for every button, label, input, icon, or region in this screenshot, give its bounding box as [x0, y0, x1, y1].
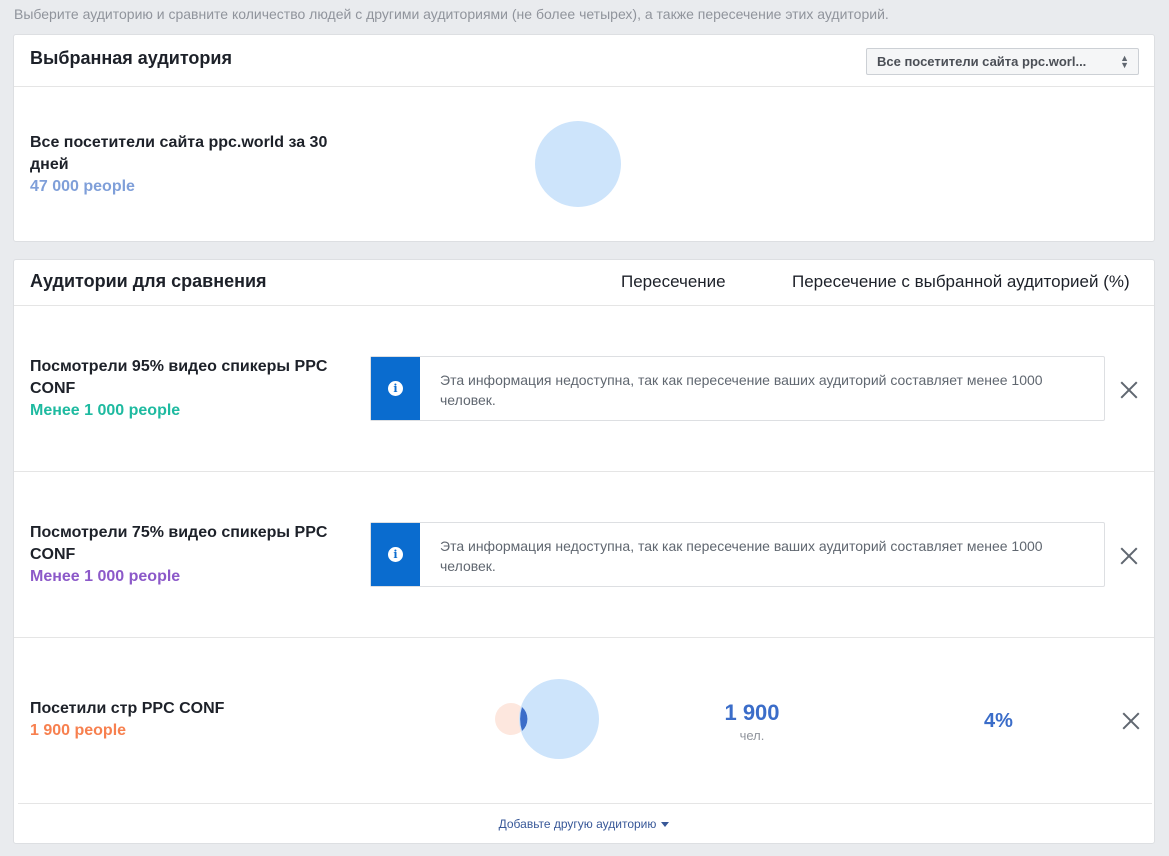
row-audience-info: Посмотрели 75% видео спикеры PPC CONF Ме… — [30, 522, 370, 588]
comparison-header: Аудитории для сравнения Пересечение Пере… — [14, 260, 1154, 306]
audience-select[interactable]: Все посетители сайта ppc.worl... ▲ ▼ — [866, 48, 1139, 75]
row-audience-size: 1 900 people — [30, 722, 127, 739]
row-audience-name: Посмотрели 75% видео спикеры PPC CONF — [30, 524, 328, 563]
overlap-unit: чел. — [739, 728, 765, 743]
selected-audience-circle — [535, 121, 621, 207]
unavailable-notice: i Эта информация недоступна, так как пер… — [370, 356, 1105, 421]
notice-icon-box: i — [371, 523, 420, 586]
selected-audience-header: Выбранная аудитория Все посетители сайта… — [14, 35, 1154, 87]
venn-selected-circle — [519, 679, 599, 759]
select-arrows-icon: ▲ ▼ — [1120, 53, 1129, 70]
comparison-row: Посмотрели 75% видео спикеры PPC CONF Ме… — [14, 472, 1154, 638]
row-audience-name: Посетили стр PPC CONF — [30, 700, 225, 717]
overlap-count: 1 900 чел. — [708, 700, 796, 743]
notice-text: Эта информация недоступна, так как перес… — [440, 372, 1043, 408]
comparison-row: Посетили стр PPC CONF 1 900 people 1 900… — [18, 638, 1152, 804]
notice-icon-box: i — [371, 357, 420, 420]
column-overlap-pct: Пересечение с выбранной аудиторией (%) — [792, 272, 1130, 291]
unavailable-notice: i Эта информация недоступна, так как пер… — [370, 522, 1105, 587]
selected-audience-title: Выбранная аудитория — [30, 48, 232, 68]
close-icon[interactable] — [1120, 547, 1138, 565]
overlap-percent: 4% — [984, 710, 1013, 732]
row-audience-size: Менее 1 000 people — [30, 402, 181, 419]
info-icon: i — [388, 547, 403, 562]
comparison-row: Посмотрели 95% видео спикеры PPC CONF Ме… — [14, 306, 1154, 472]
chevron-down-icon — [661, 822, 670, 828]
add-audience-label: Добавьте другую аудиторию — [498, 817, 657, 831]
overlap-venn-diagram — [495, 679, 599, 759]
comparison-title: Аудитории для сравнения — [30, 271, 267, 291]
selected-audience-info: Все посетители сайта ppc.world за 30 дне… — [30, 132, 370, 198]
selected-audience-size: 47 000 people — [30, 178, 135, 195]
selected-audience-name: Все посетители сайта ppc.world за 30 дне… — [30, 134, 328, 173]
audience-select-value: Все посетители сайта ppc.worl... — [877, 54, 1087, 69]
selected-audience-card: Выбранная аудитория Все посетители сайта… — [13, 34, 1155, 242]
add-audience-link[interactable]: Добавьте другую аудиторию — [14, 817, 1154, 831]
close-icon[interactable] — [1122, 712, 1140, 730]
row-audience-size: Менее 1 000 people — [30, 568, 181, 585]
close-icon[interactable] — [1120, 381, 1138, 399]
info-icon: i — [388, 381, 403, 396]
intro-text: Выберите аудиторию и сравните количество… — [14, 6, 889, 22]
overlap-value: 1 900 — [724, 700, 780, 725]
row-audience-info: Посетили стр PPC CONF 1 900 people — [30, 698, 370, 742]
row-audience-name: Посмотрели 95% видео спикеры PPC CONF — [30, 358, 328, 397]
row-audience-info: Посмотрели 95% видео спикеры PPC CONF Ме… — [30, 356, 370, 422]
column-overlap: Пересечение — [621, 272, 726, 291]
notice-text: Эта информация недоступна, так как перес… — [440, 538, 1043, 574]
comparison-card: Аудитории для сравнения Пересечение Пере… — [13, 259, 1155, 844]
